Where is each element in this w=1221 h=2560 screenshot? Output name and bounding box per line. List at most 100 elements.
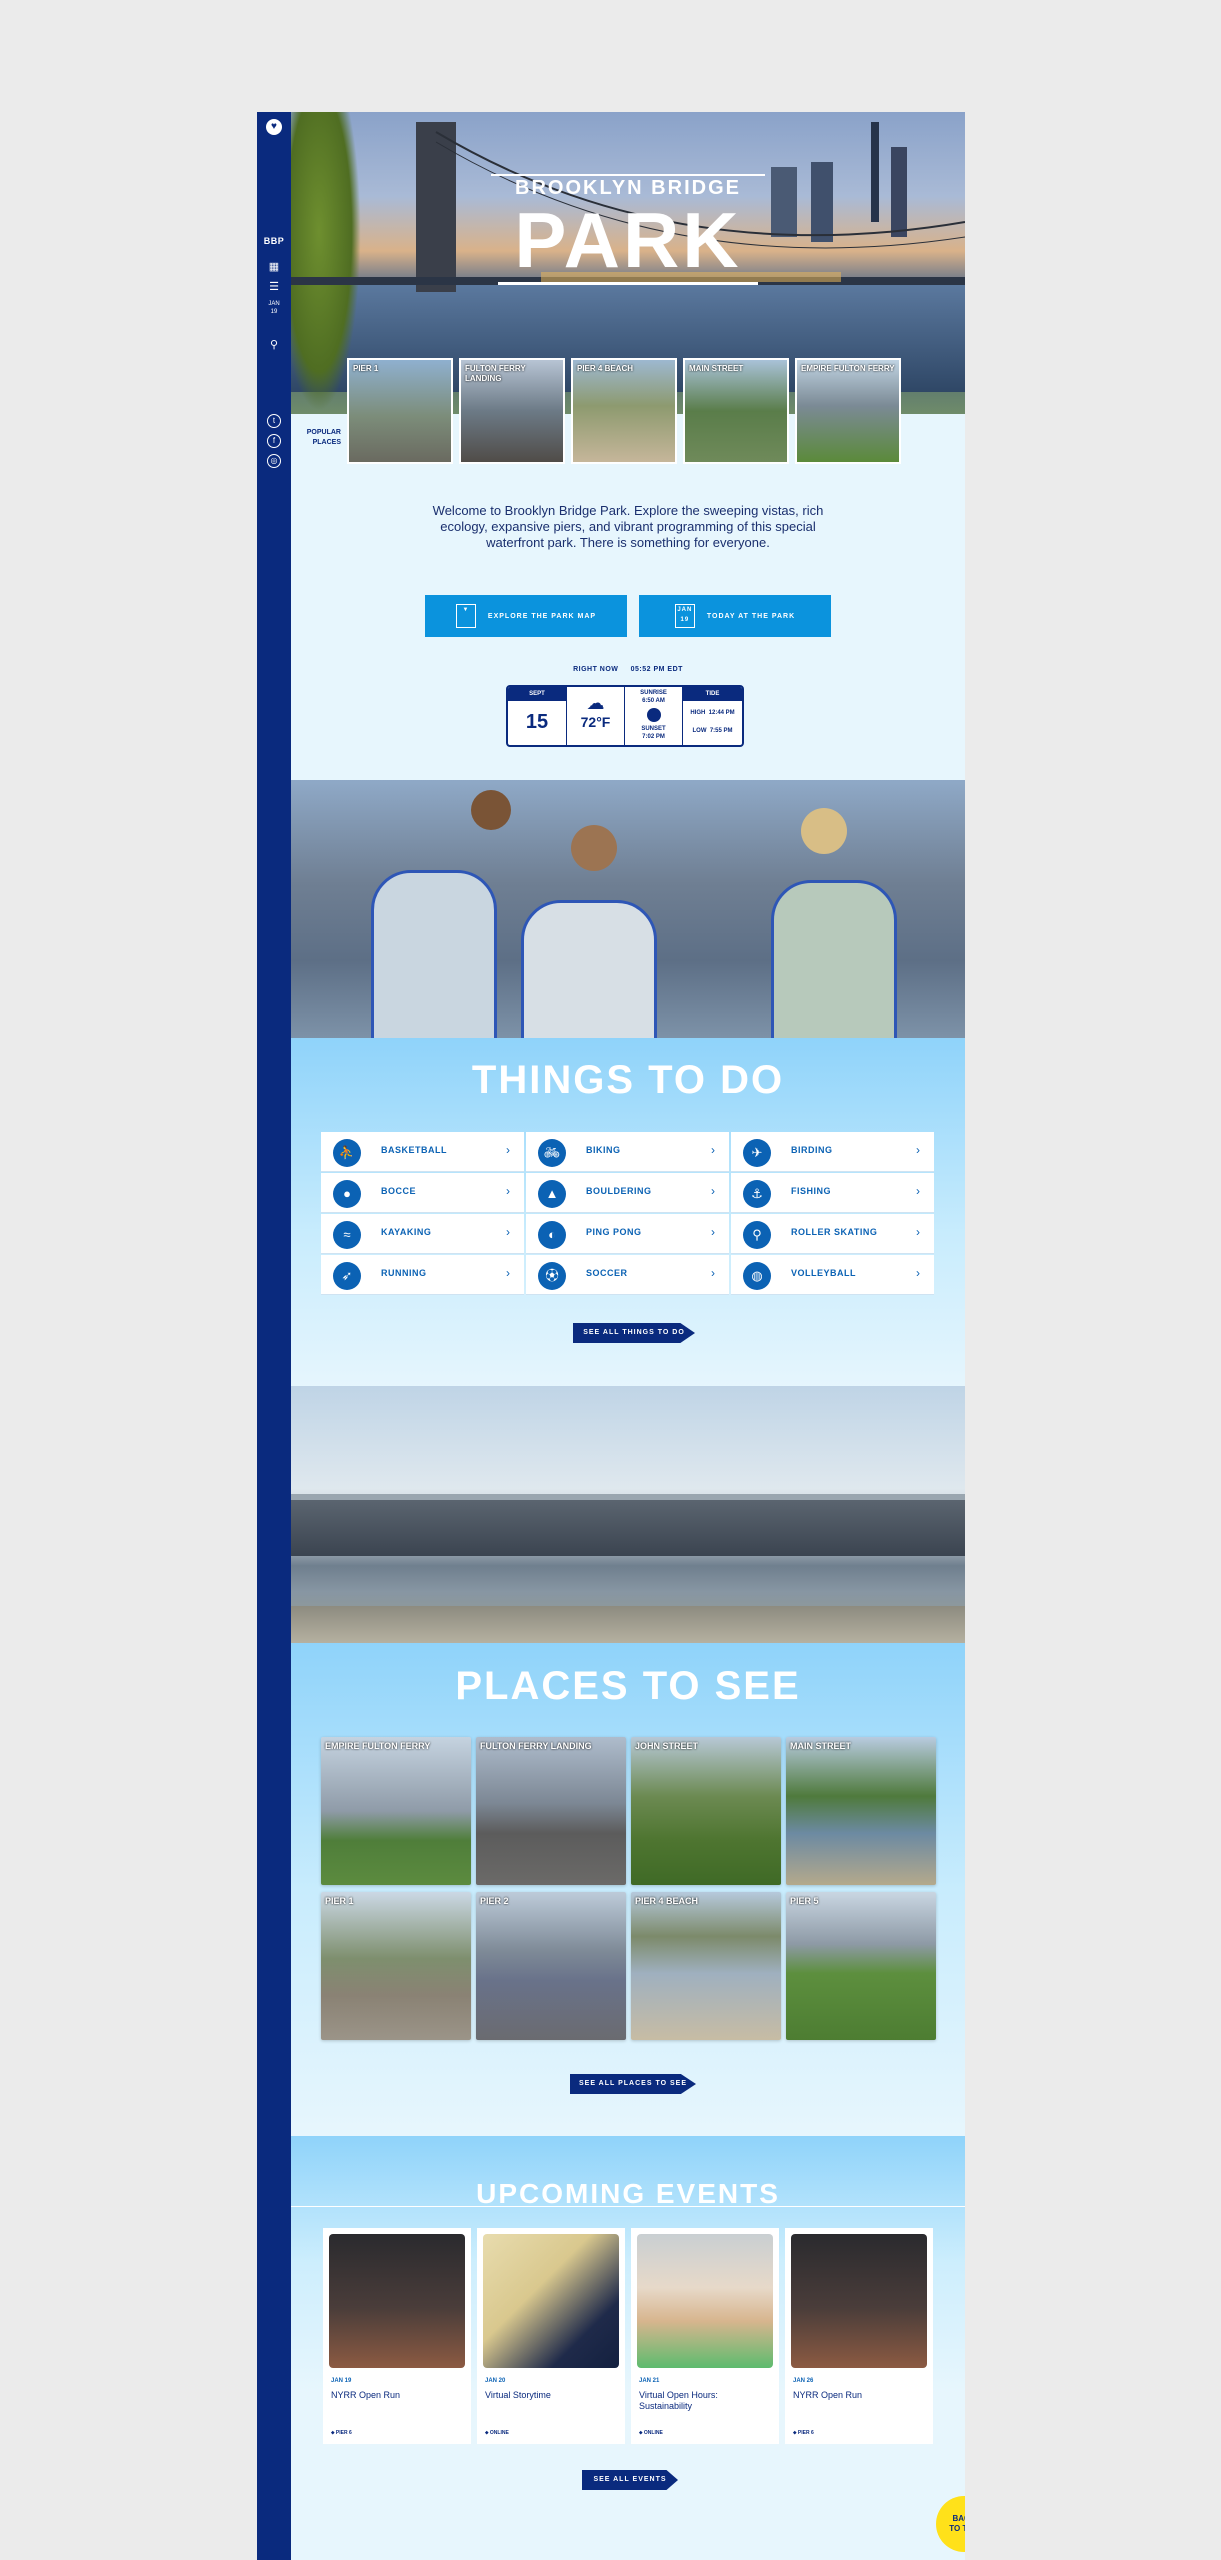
twitter-icon[interactable]: t	[267, 414, 281, 428]
activity-bocce[interactable]: ● BOCCE ›	[321, 1173, 524, 1213]
activity-label: FISHING	[791, 1186, 832, 1196]
welcome-text: Welcome to Brooklyn Bridge Park. Explore…	[432, 503, 824, 550]
event-card[interactable]: JAN 19 NYRR Open Run ⬥ PIER 6	[323, 2228, 471, 2444]
child-head	[471, 790, 511, 830]
see-all-places-button[interactable]: SEE ALL PLACES TO SEE	[570, 2074, 696, 2094]
popular-place-label: EMPIRE FULTON FERRY	[801, 364, 895, 373]
place-label: FULTON FERRY LANDING	[480, 1741, 592, 1751]
place-card[interactable]: PIER 5	[786, 1892, 936, 2040]
today-month: JAN	[677, 607, 693, 613]
sunset-label: SUNSET	[641, 726, 666, 732]
event-location-label: ONLINE	[643, 2430, 663, 2436]
explore-map-button[interactable]: ▼ EXPLORE THE PARK MAP	[425, 595, 627, 637]
place-card[interactable]: MAIN STREET	[786, 1737, 936, 1885]
place-label: PIER 4 BEACH	[635, 1896, 699, 1906]
calendar-icon: JAN 19	[674, 604, 695, 628]
map-icon[interactable]: ▦	[257, 260, 291, 274]
places-to-see-section	[291, 1643, 965, 2136]
event-location-label: PIER 6	[797, 2430, 814, 2436]
things-to-do-title: THINGS TO DO	[471, 1058, 785, 1102]
weather-day: 15	[525, 711, 549, 733]
event-title: NYRR Open Run	[331, 2390, 401, 2400]
low-tide-time: 7:55 PM	[709, 728, 733, 734]
activity-label: PING PONG	[586, 1227, 642, 1237]
popular-place-card[interactable]: EMPIRE FULTON FERRY	[795, 358, 901, 464]
activity-biking[interactable]: 🚲︎ BIKING ›	[526, 1132, 729, 1172]
see-all-events-button[interactable]: SEE ALL EVENTS	[582, 2470, 678, 2490]
main-content: BROOKLYN BRIDGE PARK POPULAR PLACES PIER…	[291, 112, 965, 2560]
event-date: JAN 26	[793, 2378, 814, 2384]
activity-label: BIKING	[586, 1145, 621, 1155]
location-pin-icon: ⬥	[639, 2430, 643, 2436]
today-at-park-label: TODAY AT THE PARK	[706, 612, 796, 620]
place-label: PIER 1	[325, 1896, 354, 1906]
place-label: PIER 2	[480, 1896, 509, 1906]
temperature: 72°F	[580, 714, 611, 730]
location-pin-icon: ⬥	[793, 2430, 797, 2436]
pier-photo	[291, 1386, 965, 1643]
place-card[interactable]: PIER 4 BEACH	[631, 1892, 781, 2040]
location-pin-icon: ⬥	[485, 2430, 489, 2436]
popular-place-card[interactable]: MAIN STREET	[683, 358, 789, 464]
activity-label: ROLLER SKATING	[791, 1227, 878, 1237]
activity-bouldering[interactable]: ▲ BOULDERING ›	[526, 1173, 729, 1213]
activity-soccer[interactable]: ⚽︎ SOCCER ›	[526, 1255, 729, 1295]
popular-place-card[interactable]: FULTON FERRY LANDING	[459, 358, 565, 464]
soccer-icon: ⚽︎	[538, 1262, 566, 1290]
activity-ping-pong[interactable]: ◐ PING PONG ›	[526, 1214, 729, 1254]
activity-volleyball[interactable]: ◍ VOLLEYBALL ›	[731, 1255, 934, 1295]
bocce-icon: ●	[333, 1180, 361, 1208]
backpack	[521, 900, 657, 1038]
see-all-things-button[interactable]: SEE ALL THINGS TO DO	[573, 1323, 695, 1343]
chevron-right-icon: ›	[506, 1184, 510, 1198]
event-date: JAN 20	[485, 2378, 506, 2384]
activity-fishing[interactable]: ⚓︎ FISHING ›	[731, 1173, 934, 1213]
activity-kayaking[interactable]: ≈ KAYAKING ›	[321, 1214, 524, 1254]
instagram-icon[interactable]: ◎	[267, 454, 281, 468]
today-at-park-button[interactable]: JAN 19 TODAY AT THE PARK	[639, 595, 831, 637]
search-icon[interactable]: ⚲	[257, 338, 291, 352]
place-card[interactable]: PIER 2	[476, 1892, 626, 2040]
popular-place-label: PIER 1	[353, 364, 379, 373]
place-label: PIER 5	[790, 1896, 819, 1906]
place-card[interactable]: PIER 1	[321, 1892, 471, 2040]
event-card[interactable]: JAN 20 Virtual Storytime ⬥ ONLINE	[477, 2228, 625, 2444]
popular-place-card[interactable]: PIER 4 BEACH	[571, 358, 677, 464]
activity-running[interactable]: ➶ RUNNING ›	[321, 1255, 524, 1295]
chevron-right-icon: ›	[506, 1266, 510, 1280]
event-location-label: PIER 6	[335, 2430, 352, 2436]
running-icon: ➶	[333, 1262, 361, 1290]
place-card[interactable]: EMPIRE FULTON FERRY	[321, 1737, 471, 1885]
popular-place-label: MAIN STREET	[689, 364, 744, 373]
sunrise-label: SUNRISE	[640, 690, 667, 696]
popular-place-card[interactable]: PIER 1	[347, 358, 453, 464]
event-card[interactable]: JAN 26 NYRR Open Run ⬥ PIER 6	[785, 2228, 933, 2444]
heart-icon[interactable]: ♥	[266, 119, 282, 135]
activity-basketball[interactable]: ⛹ BASKETBALL ›	[321, 1132, 524, 1172]
weather-sun: SUNRISE 6:50 AM SUNSET 7:02 PM	[625, 687, 683, 745]
menu-icon[interactable]: ☰	[257, 280, 291, 294]
title-rule-bottom	[498, 282, 758, 285]
right-now-time: 05:52 PM EDT	[630, 666, 683, 673]
event-card[interactable]: JAN 21 Virtual Open Hours: Sustainabilit…	[631, 2228, 779, 2444]
place-card[interactable]: FULTON FERRY LANDING	[476, 1737, 626, 1885]
chevron-right-icon: ›	[916, 1143, 920, 1157]
place-card[interactable]: JOHN STREET	[631, 1737, 781, 1885]
facebook-icon[interactable]: f	[267, 434, 281, 448]
activity-label: VOLLEYBALL	[791, 1268, 856, 1278]
site-logo[interactable]: BBP	[257, 236, 291, 246]
event-image	[329, 2234, 465, 2368]
volleyball-icon: ◍	[743, 1262, 771, 1290]
calendar-icon[interactable]: JAN 19	[257, 300, 291, 316]
activity-roller-skating[interactable]: ⚲ ROLLER SKATING ›	[731, 1214, 934, 1254]
event-image	[483, 2234, 619, 2368]
activity-birding[interactable]: ✈︎ BIRDING ›	[731, 1132, 934, 1172]
chevron-right-icon: ›	[711, 1184, 715, 1198]
child-head	[801, 808, 847, 854]
places-to-see-title: PLACES TO SEE	[455, 1664, 801, 1708]
event-date: JAN 21	[639, 2378, 660, 2384]
backpack	[371, 870, 497, 1038]
chevron-right-icon: ›	[916, 1266, 920, 1280]
popular-place-label: FULTON FERRY LANDING	[465, 364, 526, 383]
chevron-right-icon: ›	[711, 1143, 715, 1157]
